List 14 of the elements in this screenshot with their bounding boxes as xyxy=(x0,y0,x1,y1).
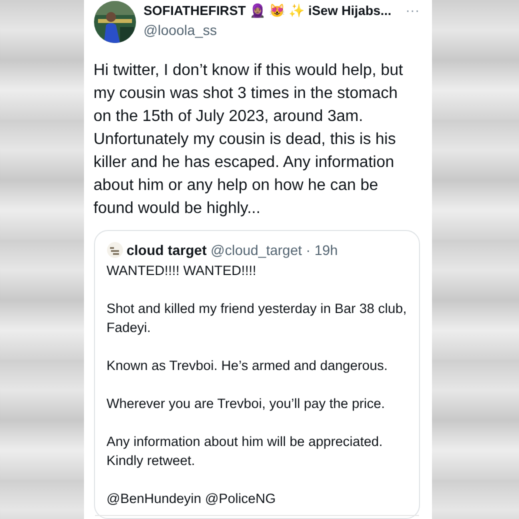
quoted-text: Any information about him will be appreciated. Kindly retweet. xyxy=(106,433,384,470)
quoted-text: @BenHundeyin @PoliceNG xyxy=(106,490,277,508)
quoted-display-name: cloud target xyxy=(126,241,207,259)
more-options-button[interactable]: ··· xyxy=(406,1,420,19)
quoted-text: Shot and killed my friend yesterday in Bar 38 club, Fadeyi. xyxy=(106,300,408,337)
quoted-text: Known as Trevboi. He’s armed and dangerous. xyxy=(106,357,389,375)
quoted-text: Wherever you are Trevboi, you’ll pay the price. xyxy=(106,395,386,413)
tweet-text: Hi twitter, I don’t know if this would help, but my cousin was shot 3 times in the stomach on the 15th of July 2023, around 3am. Unfortunately my cousin is dead, this is his killer and he has escaped. Any information about him or any help on how he can be found would be highly... xyxy=(94,61,404,219)
tweet-time: · 19h xyxy=(306,241,338,259)
quoted-handle: @cloud_target xyxy=(210,241,302,259)
quoted-text: WANTED!!!! WANTED!!!! xyxy=(106,262,258,280)
quoted-tweet[interactable] xyxy=(94,230,420,519)
user-handle: @looola_ss xyxy=(144,21,218,39)
display-name: SOFIATHEFIRST 🧕🏽 😻 ✨ iSew Hijabs... xyxy=(144,2,392,20)
